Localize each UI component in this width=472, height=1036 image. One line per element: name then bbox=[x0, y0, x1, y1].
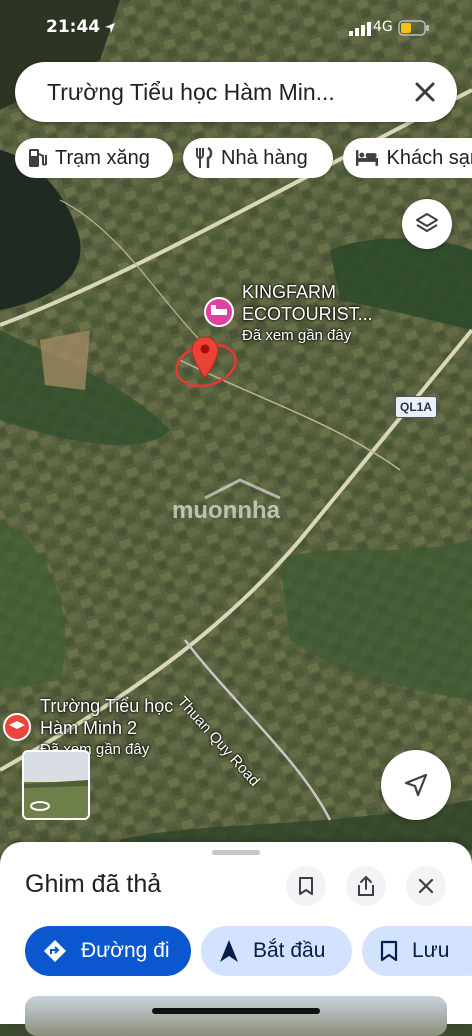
bookmark-icon bbox=[299, 877, 313, 895]
hotel-marker-icon bbox=[204, 297, 234, 327]
hotel-icon bbox=[355, 150, 378, 166]
place-name-line2: ECOTOURIST... bbox=[242, 304, 373, 324]
directions-button[interactable]: Đường đi bbox=[25, 926, 191, 976]
category-chips: Trạm xăng Nhà hàng Khách sạn bbox=[15, 138, 472, 178]
directions-label: Đường đi bbox=[81, 939, 170, 962]
school-name-line1: Trường Tiểu học bbox=[40, 696, 174, 716]
chip-label: Trạm xăng bbox=[55, 146, 150, 169]
search-bar[interactable]: Trường Tiểu học Hàm Min... bbox=[15, 62, 457, 122]
sheet-title: Ghim đã thả bbox=[25, 870, 162, 898]
watermark-text: muonnha bbox=[172, 497, 280, 524]
road-shield: QL1A bbox=[395, 396, 438, 418]
signal-icon bbox=[349, 22, 371, 36]
street-view-thumbnail[interactable] bbox=[22, 750, 90, 820]
share-button[interactable] bbox=[346, 866, 386, 906]
save-button[interactable]: Lưu bbox=[362, 926, 472, 976]
share-icon bbox=[358, 875, 374, 896]
close-sheet-button[interactable] bbox=[406, 866, 446, 906]
close-icon[interactable] bbox=[411, 78, 439, 106]
home-indicator[interactable] bbox=[152, 1008, 320, 1014]
battery-icon bbox=[398, 20, 429, 36]
start-button[interactable]: Bắt đầu bbox=[201, 926, 352, 976]
place-name-line1: KINGFARM bbox=[242, 282, 337, 302]
bookmark-icon bbox=[380, 940, 398, 962]
save-label: Lưu bbox=[412, 939, 450, 962]
chip-label: Nhà hàng bbox=[221, 146, 308, 169]
start-label: Bắt đầu bbox=[253, 939, 326, 962]
school-name-line2: Hàm Minh 2 bbox=[40, 718, 138, 738]
save-bookmark-button[interactable] bbox=[286, 866, 326, 906]
network-type: 4G bbox=[373, 19, 393, 35]
search-query[interactable]: Trường Tiểu học Hàm Min... bbox=[47, 79, 387, 106]
chip-label: Khách sạn bbox=[386, 146, 472, 169]
close-icon bbox=[418, 878, 434, 894]
navigation-icon bbox=[220, 940, 238, 962]
bottom-sheet[interactable]: Ghim đã thả Đường đi Bắt đầu Lưu bbox=[0, 842, 472, 1036]
layers-icon bbox=[416, 213, 438, 232]
place-note: Đã xem gần đây bbox=[242, 327, 352, 344]
place-photo[interactable] bbox=[25, 996, 447, 1036]
drag-handle[interactable] bbox=[212, 850, 260, 855]
place-label[interactable]: KINGFARM ECOTOURIST... Đã xem gần đây bbox=[242, 281, 373, 347]
chip-gas-station[interactable]: Trạm xăng bbox=[15, 138, 173, 178]
location-arrow-icon bbox=[105, 23, 115, 33]
status-time: 21:44 bbox=[46, 17, 101, 37]
restaurant-icon bbox=[196, 147, 213, 168]
navigation-arrow-icon bbox=[404, 773, 428, 797]
school-marker-icon bbox=[3, 713, 31, 741]
chip-restaurant[interactable]: Nhà hàng bbox=[183, 138, 333, 178]
layers-button[interactable] bbox=[402, 199, 452, 249]
my-location-button[interactable] bbox=[381, 750, 451, 820]
status-bar: 21:44 4G bbox=[0, 14, 472, 44]
chip-hotel[interactable]: Khách sạn bbox=[343, 138, 472, 178]
directions-icon bbox=[44, 940, 66, 962]
gas-station-icon bbox=[29, 149, 47, 167]
